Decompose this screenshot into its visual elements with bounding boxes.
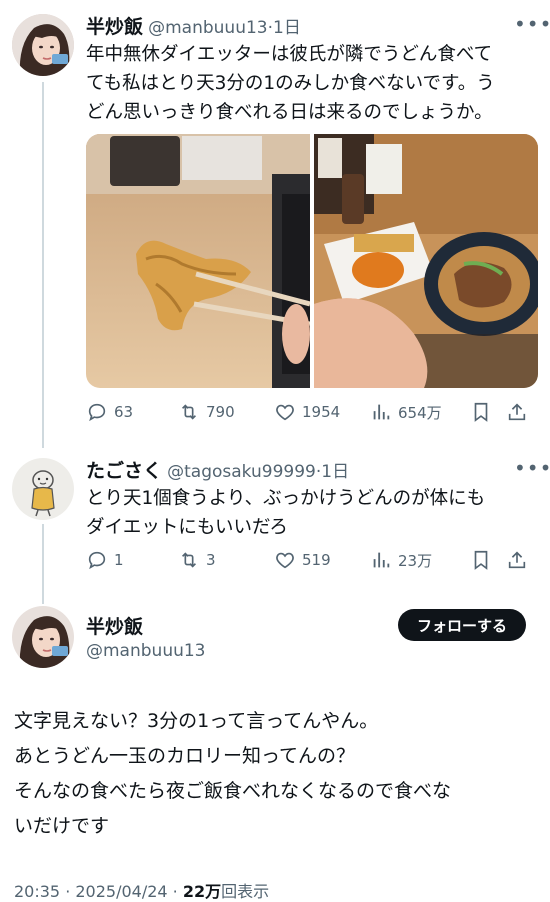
tweet-text-line: そんなの食べたら夜ご飯食べれなくなるので食べな <box>14 780 452 802</box>
reply-icon <box>88 551 106 570</box>
tweet-text-line: とり天1個食うより、ぶっかけうどんのが体にも <box>86 488 486 509</box>
tweet-text-line: ても私はとり天3分の1のみしか食べないです。う <box>86 73 495 94</box>
user-handle[interactable]: @manbuuu13 <box>148 18 268 38</box>
tweet-text-line: どん思いっきり食べれる日は来るのでしょうか。 <box>86 102 493 123</box>
views-icon <box>373 404 390 420</box>
reply-count: 1 <box>114 551 124 569</box>
share-button[interactable] <box>506 401 536 423</box>
views-count: 23万 <box>398 551 433 570</box>
tweet2-actions: 1 3 519 23万 <box>86 548 542 572</box>
tweet-timestamp[interactable]: 20:35 · 2025/04/24 · <box>14 882 183 901</box>
tweet-text-line: ダイエットにもいいだろ <box>86 517 288 538</box>
share-icon <box>508 403 526 421</box>
views-button[interactable]: 654万 <box>370 401 470 423</box>
retweet-count: 790 <box>206 403 235 421</box>
tweet-text-line: 文字見えない？3分の1って言ってんやん。 <box>14 710 379 732</box>
retweet-count: 3 <box>206 551 216 569</box>
reply-count: 63 <box>114 403 134 421</box>
tweet-photo-udon[interactable] <box>314 134 538 388</box>
views-button[interactable]: 23万 <box>370 549 470 571</box>
reply-icon <box>88 403 106 422</box>
share-button[interactable] <box>506 549 536 571</box>
retweet-button[interactable]: 790 <box>178 401 274 423</box>
tweet1-actions: 63 790 1954 654万 <box>86 400 542 424</box>
more-options-icon[interactable]: ••• <box>514 456 550 480</box>
tweet1-header: 半炒飯 @manbuuu13·1日 <box>86 12 301 39</box>
like-icon <box>276 404 294 421</box>
tweet-photo-tempura[interactable] <box>86 134 310 388</box>
bookmark-icon <box>474 550 488 570</box>
thread-line <box>42 82 44 448</box>
bookmark-icon <box>474 402 488 422</box>
bookmark-button[interactable] <box>470 401 506 423</box>
reply-button[interactable]: 63 <box>86 401 178 423</box>
avatar-manbuuu13[interactable] <box>12 606 74 668</box>
views-total: 22万 <box>182 882 222 901</box>
more-options-icon[interactable]: ••• <box>514 12 550 36</box>
tweet-time[interactable]: ·1日 <box>316 462 349 482</box>
views-label: 回表示 <box>221 882 270 901</box>
tweet-text: 文字見えない？3分の1って言ってんやん。 あとうどん一玉のカロリー知ってんの？ … <box>14 704 540 844</box>
tweet-text-line: あとうどん一玉のカロリー知ってんの？ <box>14 745 356 767</box>
tweet-text: とり天1個食うより、ぶっかけうどんのが体にも ダイエットにもいいだろ <box>86 484 542 542</box>
avatar-manbuuu13[interactable] <box>12 14 74 76</box>
tweet-text: 年中無休ダイエッターは彼氏が隣でうどん食べて ても私はとり天3分の1のみしか食べ… <box>86 40 542 127</box>
display-name[interactable]: たごさく <box>86 460 162 482</box>
reply-button[interactable]: 1 <box>86 549 178 571</box>
tweet-time[interactable]: ·1日 <box>268 18 301 38</box>
user-handle[interactable]: @manbuuu13 <box>86 641 206 661</box>
bookmark-button[interactable] <box>470 549 506 571</box>
views-count: 654万 <box>398 403 442 422</box>
display-name[interactable]: 半炒飯 <box>86 612 143 639</box>
like-button[interactable]: 1954 <box>274 401 370 423</box>
views-icon <box>373 552 390 568</box>
avatar-tagosaku[interactable] <box>12 458 74 520</box>
tweet-footer-meta: 20:35 · 2025/04/24 · 22万回表示 <box>14 878 269 902</box>
user-handle[interactable]: @tagosaku99999 <box>167 462 316 482</box>
like-count: 519 <box>302 551 331 569</box>
like-button[interactable]: 519 <box>274 549 370 571</box>
share-icon <box>508 551 526 569</box>
tweet-text-line: 年中無休ダイエッターは彼氏が隣でうどん食べて <box>86 44 493 65</box>
retweet-icon <box>181 404 197 420</box>
thread-line <box>42 524 44 604</box>
tweet-text-line: いだけです <box>14 815 110 837</box>
follow-button[interactable]: フォローする <box>398 609 526 641</box>
retweet-icon <box>181 552 197 568</box>
like-count: 1954 <box>302 403 341 421</box>
like-icon <box>276 552 294 569</box>
display-name[interactable]: 半炒飯 <box>86 16 143 38</box>
retweet-button[interactable]: 3 <box>178 549 274 571</box>
tweet2-header: たごさく @tagosaku99999·1日 <box>86 456 349 483</box>
